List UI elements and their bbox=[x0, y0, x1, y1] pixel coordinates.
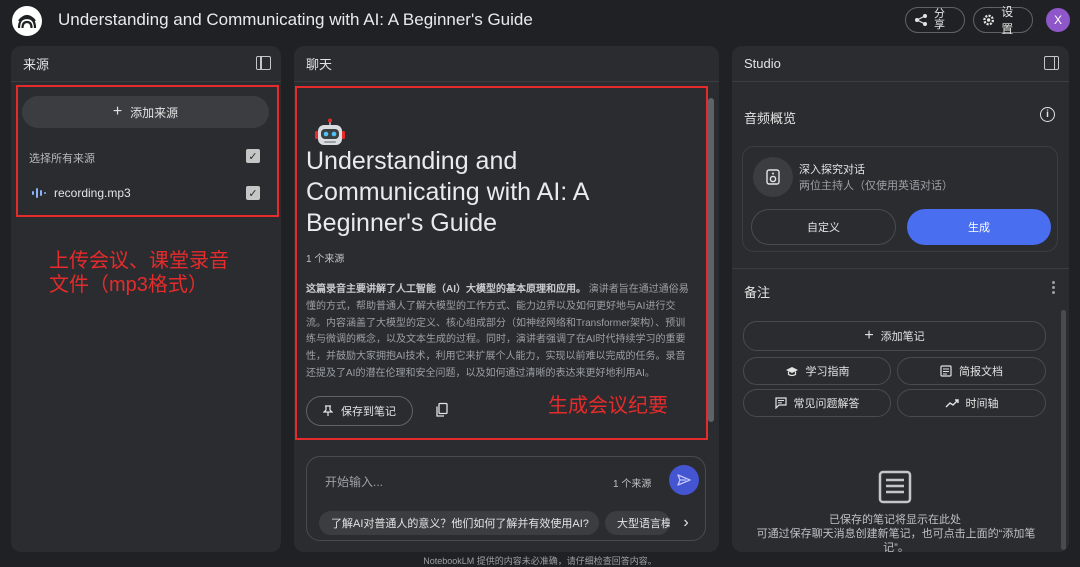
audio-file-icon bbox=[32, 188, 46, 198]
study-guide-button[interactable]: 学习指南 bbox=[743, 357, 891, 385]
studio-header: Studio bbox=[732, 46, 1069, 82]
collapse-panel-icon[interactable] bbox=[256, 56, 271, 70]
annotation-upload-line2: 文件（mp3格式） bbox=[49, 274, 208, 296]
sources-panel: 来源 + 添加来源 选择所有来源 ✓ recording.mp3 ✓ 上传会议、… bbox=[11, 46, 281, 552]
timeline-label: 时间轴 bbox=[965, 398, 999, 410]
customize-button[interactable]: 自定义 bbox=[751, 209, 896, 245]
document-icon bbox=[940, 365, 952, 377]
chat-input-box[interactable]: 开始输入... 1 个来源 了解AI对普通人的意义？他们如何了解并有效使用AI?… bbox=[306, 456, 706, 541]
audio-item-title: 深入探究对话 bbox=[799, 164, 865, 176]
audio-item-subtitle: 两位主持人（仅使用英语对话） bbox=[799, 180, 953, 192]
notes-document-icon bbox=[878, 470, 912, 504]
notes-title: 备注 bbox=[744, 285, 771, 300]
summary-lead: 这篇录音主要讲解了人工智能（AI）大模型的基本原理和应用。 bbox=[306, 284, 586, 295]
graduation-cap-icon bbox=[785, 366, 798, 376]
speaker-icon bbox=[753, 157, 793, 197]
send-button[interactable] bbox=[669, 465, 699, 495]
top-bar: Understanding and Communicating with AI:… bbox=[0, 0, 1080, 40]
sources-title: 来源 bbox=[23, 57, 50, 72]
save-to-note-label: 保存到笔记 bbox=[341, 406, 396, 418]
send-arrow-icon bbox=[677, 474, 691, 486]
notebooklm-logo-icon[interactable] bbox=[12, 6, 42, 36]
share-button[interactable]: 分享 bbox=[905, 7, 965, 33]
notebook-title[interactable]: Understanding and Communicating with AI:… bbox=[58, 10, 533, 30]
suggestion-chip[interactable]: 大型语言模型 bbox=[605, 511, 670, 535]
chat-header: 聊天 bbox=[294, 46, 719, 82]
source-item-name[interactable]: recording.mp3 bbox=[54, 186, 131, 200]
add-source-label: 添加来源 bbox=[130, 105, 179, 120]
study-guide-label: 学习指南 bbox=[805, 366, 850, 378]
chevron-right-icon[interactable]: › bbox=[673, 510, 699, 536]
suggestion-chip[interactable]: 了解AI对普通人的意义？他们如何了解并有效使用AI? bbox=[319, 511, 599, 535]
add-note-label: 添加笔记 bbox=[880, 331, 925, 343]
annotation-upload-line1: 上传会议、课堂录音 bbox=[49, 250, 229, 272]
section-divider bbox=[732, 268, 1069, 269]
settings-button[interactable]: 设置 bbox=[973, 5, 1033, 36]
disclaimer-footer: NotebookLM 提供的内容未必准确，请仔细检查回答内容。 bbox=[423, 556, 657, 566]
copy-icon[interactable] bbox=[434, 402, 450, 418]
document-title: Understanding and Communicating with AI:… bbox=[306, 147, 589, 237]
add-source-button[interactable]: + 添加来源 bbox=[22, 96, 269, 128]
share-icon bbox=[915, 14, 927, 26]
settings-label: 设置 bbox=[1001, 5, 1014, 36]
summary-body: 演讲者旨在通过通俗易懂的方式，帮助普通人了解大模型的工作方式、能力边界以及如何更… bbox=[306, 284, 689, 379]
chat-input-placeholder[interactable]: 开始输入... bbox=[325, 473, 383, 490]
chat-bubble-icon bbox=[774, 397, 787, 409]
faq-label: 常见问题解答 bbox=[793, 398, 860, 410]
timeline-button[interactable]: 时间轴 bbox=[897, 389, 1046, 417]
share-label: 分享 bbox=[934, 8, 945, 31]
source-item-checkbox[interactable]: ✓ bbox=[246, 186, 260, 200]
generate-button[interactable]: 生成 bbox=[907, 209, 1051, 245]
pin-icon bbox=[323, 405, 333, 416]
collapse-panel-icon[interactable] bbox=[1044, 56, 1059, 70]
select-all-label: 选择所有来源 bbox=[29, 153, 95, 165]
brief-doc-label: 简报文档 bbox=[959, 366, 1003, 378]
chat-title: 聊天 bbox=[306, 57, 333, 72]
studio-title: Studio bbox=[744, 56, 781, 71]
faq-button[interactable]: 常见问题解答 bbox=[743, 389, 891, 417]
studio-panel: Studio 音频概览 i 深入探究对话 两位主持人（仅使用英语对话） 自定义 … bbox=[732, 46, 1069, 552]
plus-icon: + bbox=[112, 103, 123, 120]
more-options-icon[interactable] bbox=[1052, 281, 1055, 295]
chat-panel: 聊天 Understanding and Communicating with … bbox=[294, 46, 719, 552]
plus-icon: + bbox=[864, 327, 874, 344]
annotation-generate-minutes: 生成会议纪要 bbox=[548, 395, 668, 417]
audio-overview-card: 深入探究对话 两位主持人（仅使用英语对话） 自定义 生成 bbox=[742, 146, 1058, 252]
brief-doc-button[interactable]: 简报文档 bbox=[897, 357, 1046, 385]
annotation-box-chat bbox=[295, 86, 708, 440]
sources-header: 来源 bbox=[11, 46, 281, 82]
add-note-button[interactable]: + 添加笔记 bbox=[743, 321, 1046, 351]
gear-icon bbox=[983, 14, 995, 26]
save-to-note-button[interactable]: 保存到笔记 bbox=[306, 396, 413, 426]
info-icon[interactable]: i bbox=[1040, 107, 1055, 122]
chat-input-source-count: 1 个来源 bbox=[613, 479, 652, 490]
notes-empty-description: 可通过保存聊天消息创建新笔记，也可点击上面的“添加笔记”。 bbox=[756, 528, 1036, 552]
studio-scrollbar[interactable] bbox=[1061, 310, 1066, 550]
notes-empty-title: 已保存的笔记将显示在此处 bbox=[829, 514, 961, 526]
document-source-count: 1 个来源 bbox=[306, 254, 345, 265]
select-all-checkbox[interactable]: ✓ bbox=[246, 149, 260, 163]
trending-icon bbox=[945, 399, 959, 408]
audio-overview-title: 音频概览 bbox=[744, 111, 797, 126]
chat-scrollbar[interactable] bbox=[708, 98, 714, 422]
document-summary: 这篇录音主要讲解了人工智能（AI）大模型的基本原理和应用。 演讲者旨在通过通俗易… bbox=[306, 282, 692, 383]
avatar[interactable]: X bbox=[1046, 8, 1070, 32]
